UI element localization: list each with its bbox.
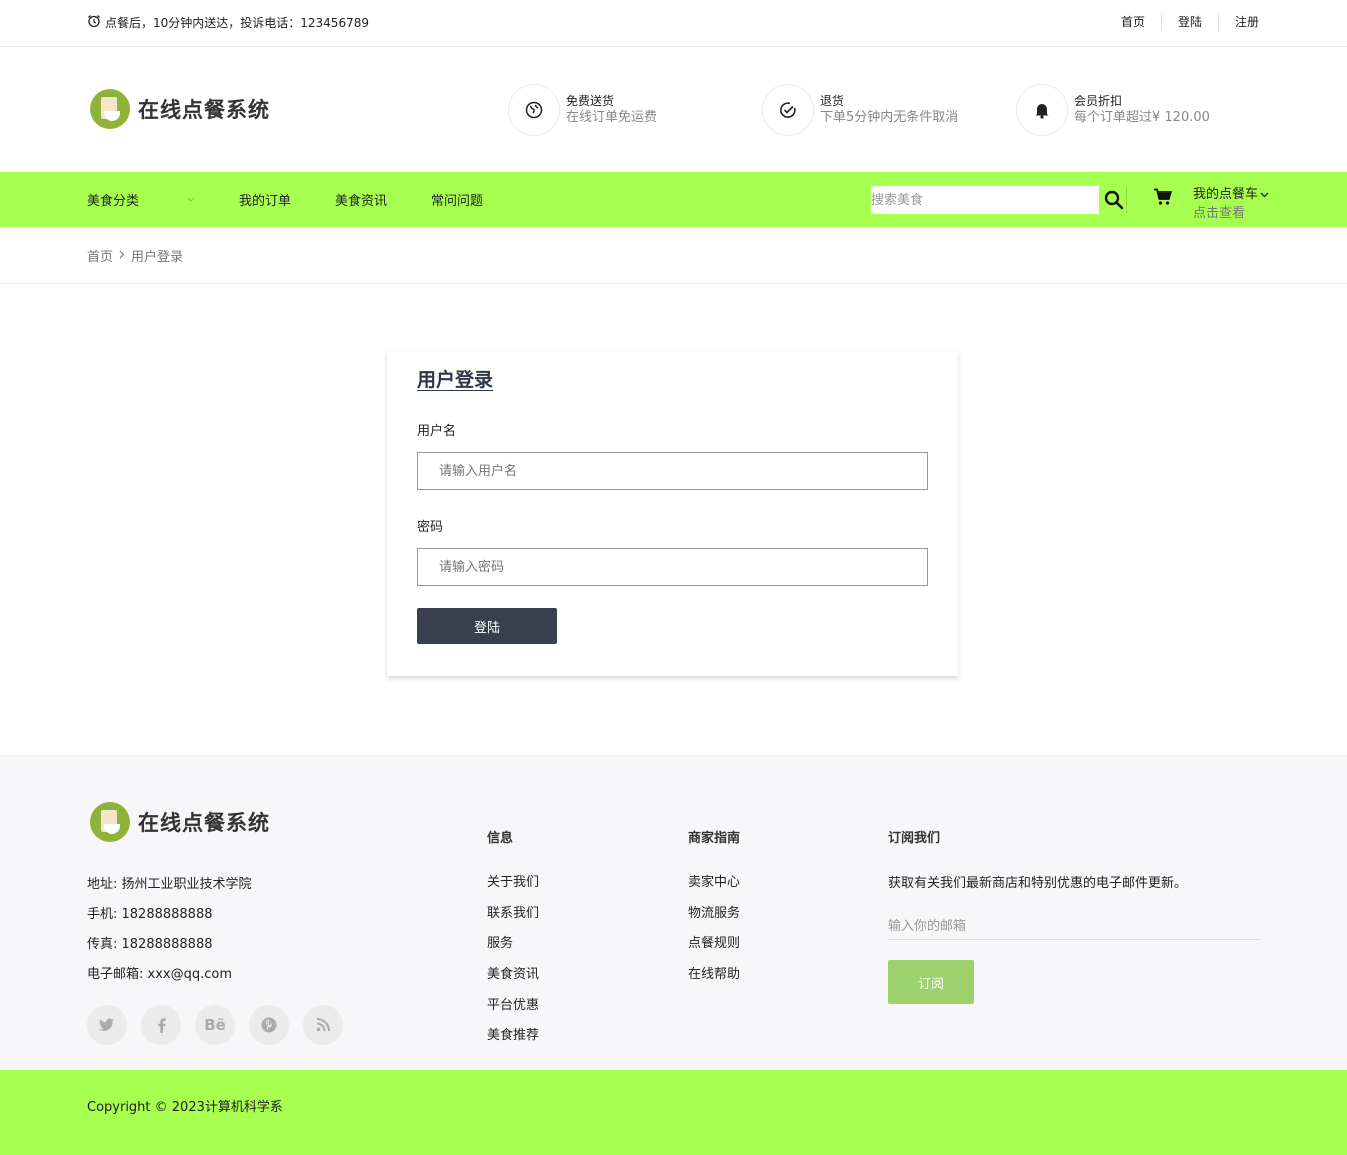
footer: 在线点餐系统 地址: 扬州工业职业技术学院 手机: 18288888888 传真… xyxy=(0,755,1347,1070)
copyright-text: Copyright © 2023计算机科学系 xyxy=(87,1100,283,1115)
breadcrumb-home[interactable]: 首页 xyxy=(87,246,113,265)
footer-logo[interactable]: 在线点餐系统 xyxy=(90,802,270,842)
top-link-home[interactable]: 首页 xyxy=(1105,13,1161,30)
top-link-register[interactable]: 注册 xyxy=(1217,13,1259,30)
subscribe-email-input[interactable] xyxy=(888,914,1260,940)
cart-title: 我的点餐车 xyxy=(1193,186,1269,204)
search-input[interactable] xyxy=(871,186,1099,214)
footer-link-recommend[interactable]: 美食推荐 xyxy=(487,1026,539,1057)
main-nav: 美食分类 我的订单 美食资讯 常问问题 我的点餐车 点击查看 xyxy=(0,172,1347,227)
footer-link-about[interactable]: 关于我们 xyxy=(487,873,539,904)
top-bar: 点餐后，10分钟内送达，投诉电话：123456789 首页 登陆 注册 xyxy=(0,0,1347,47)
password-label: 密码 xyxy=(417,520,444,535)
chevron-down-icon xyxy=(187,197,195,203)
pinterest-icon[interactable] xyxy=(249,1005,289,1045)
logo-text: 在线点餐系统 xyxy=(138,810,270,835)
footer-link-service[interactable]: 服务 xyxy=(487,934,539,965)
twitter-icon[interactable] xyxy=(87,1005,127,1045)
subscribe-button[interactable]: 订阅 xyxy=(888,960,974,1004)
top-notice: 点餐后，10分钟内送达，投诉电话：123456789 xyxy=(87,14,369,31)
footer-link-logistics[interactable]: 物流服务 xyxy=(688,904,740,935)
logo-icon xyxy=(90,802,130,842)
feature-member-discount: 会员折扣 每个订单超过¥ 120.00 xyxy=(1016,84,1210,136)
nav-item-label: 美食分类 xyxy=(87,194,140,209)
copyright-bar: Copyright © 2023计算机科学系 xyxy=(0,1070,1347,1155)
bell-icon xyxy=(1016,84,1068,136)
feature-free-shipping: 免费送货 在线订单免运费 xyxy=(508,84,657,136)
breadcrumb-current: 用户登录 xyxy=(131,250,184,265)
contact-email: 电子邮箱: xxx@qq.com xyxy=(87,967,232,982)
username-input[interactable] xyxy=(417,452,928,490)
login-title: 用户登录 xyxy=(417,369,494,391)
contact-fax: 传真: 18288888888 xyxy=(87,937,213,952)
footer-link-offers[interactable]: 平台优惠 xyxy=(487,996,539,1027)
subscribe-description: 获取有关我们最新商店和特别优惠的电子邮件更新。 xyxy=(888,876,1188,891)
search-box xyxy=(871,185,1127,215)
cart-button[interactable]: 我的点餐车 点击查看 xyxy=(1153,186,1269,224)
feature-desc: 下单5分钟内无条件取消 xyxy=(820,110,959,125)
social-links: Bē xyxy=(87,1005,343,1045)
footer-link-order-rules[interactable]: 点餐规则 xyxy=(688,934,740,965)
subscribe-column-title: 订阅我们 xyxy=(888,831,941,846)
login-button[interactable]: 登陆 xyxy=(417,608,557,644)
contact-phone: 手机: 18288888888 xyxy=(87,907,213,922)
site-logo[interactable]: 在线点餐系统 xyxy=(90,89,270,129)
footer-subscribe-column: 订阅我们 xyxy=(888,827,940,873)
alarm-clock-icon xyxy=(87,14,101,31)
footer-info-column: 信息 关于我们 联系我们 服务 美食资讯 平台优惠 美食推荐 xyxy=(487,827,539,1057)
logo-icon xyxy=(90,89,130,129)
feature-title: 退货 xyxy=(820,94,845,108)
facebook-icon[interactable] xyxy=(141,1005,181,1045)
search-icon[interactable] xyxy=(1103,189,1125,211)
cart-subtitle: 点击查看 xyxy=(1193,206,1246,221)
password-input[interactable] xyxy=(417,548,928,586)
nav-item-faq[interactable]: 常问问题 xyxy=(431,190,483,209)
logo-text: 在线点餐系统 xyxy=(138,97,270,122)
nav-menu: 美食分类 我的订单 美食资讯 常问问题 xyxy=(87,172,527,227)
merchant-column-title: 商家指南 xyxy=(688,831,741,846)
behance-icon[interactable]: Bē xyxy=(195,1005,235,1045)
login-form: 用户登录 用户名 密码 登陆 xyxy=(387,351,958,676)
main-content: 用户登录 用户名 密码 登陆 xyxy=(0,284,1347,755)
footer-merchant-column: 商家指南 卖家中心 物流服务 点餐规则 在线帮助 xyxy=(688,827,740,996)
feature-return: 退货 下单5分钟内无条件取消 xyxy=(762,84,958,136)
top-link-login[interactable]: 登陆 xyxy=(1160,13,1218,30)
notice-text: 点餐后，10分钟内送达，投诉电话：123456789 xyxy=(105,16,369,30)
top-links: 首页 登陆 注册 xyxy=(1105,13,1259,30)
feature-desc: 在线订单免运费 xyxy=(566,110,658,125)
footer-link-food-news[interactable]: 美食资讯 xyxy=(487,965,539,996)
footer-contact: 地址: 扬州工业职业技术学院 手机: 18288888888 传真: 18288… xyxy=(87,875,252,995)
feature-title: 会员折扣 xyxy=(1074,94,1123,108)
feature-title: 免费送货 xyxy=(566,94,615,108)
chevron-right-icon xyxy=(119,248,125,263)
nav-item-food-category[interactable]: 美食分类 xyxy=(87,190,195,209)
username-label: 用户名 xyxy=(417,424,457,439)
footer-link-help[interactable]: 在线帮助 xyxy=(688,965,740,996)
footer-link-contact[interactable]: 联系我们 xyxy=(487,904,539,935)
check-circle-icon xyxy=(762,84,814,136)
footer-link-seller-center[interactable]: 卖家中心 xyxy=(688,873,740,904)
chevron-down-icon xyxy=(1260,186,1269,204)
info-column-title: 信息 xyxy=(487,831,514,846)
cart-title-text: 我的点餐车 xyxy=(1193,187,1259,202)
shopping-cart-icon xyxy=(1153,188,1173,210)
nav-divider xyxy=(1126,187,1127,213)
breadcrumb: 首页 用户登录 xyxy=(0,227,1347,284)
rss-icon[interactable] xyxy=(303,1005,343,1045)
header: 在线点餐系统 免费送货 在线订单免运费 退货 下单5分钟内无条件取消 会员折扣 … xyxy=(0,47,1347,172)
contact-address: 地址: 扬州工业职业技术学院 xyxy=(87,877,252,892)
feature-desc: 每个订单超过¥ 120.00 xyxy=(1074,110,1210,125)
nav-item-my-orders[interactable]: 我的订单 xyxy=(239,190,291,209)
nav-item-food-news[interactable]: 美食资讯 xyxy=(335,190,387,209)
globe-icon xyxy=(508,84,560,136)
